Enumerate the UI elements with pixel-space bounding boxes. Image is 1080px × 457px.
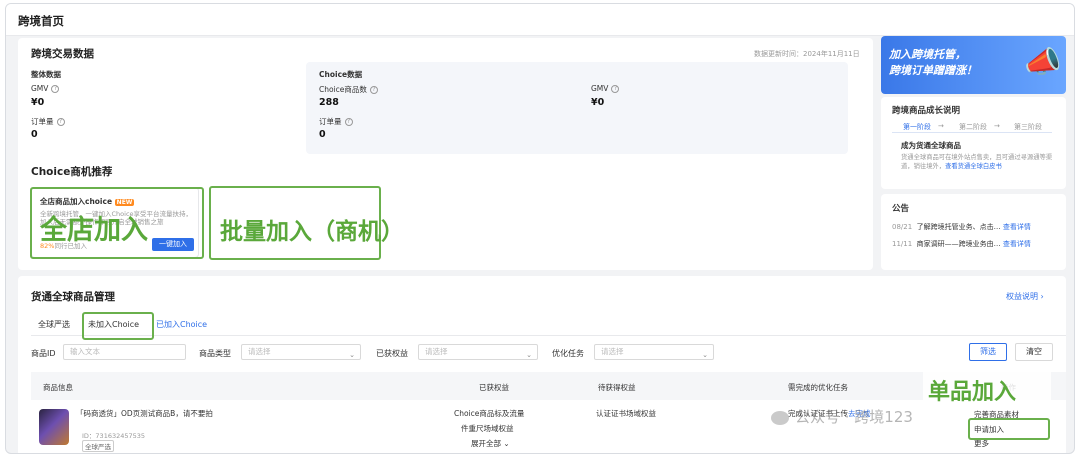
wechat-icon <box>771 410 789 425</box>
product-id: ID：731632457535 <box>82 432 146 440</box>
col-goods-info: 商品信息 <box>43 383 73 392</box>
app-frame: 跨境首页 跨境交易数据 数据更新时间：2024年11月11日 整体数据 GMV?… <box>5 3 1075 454</box>
goods-id-input[interactable]: 输入文本 <box>63 344 186 360</box>
whitepaper-link[interactable]: 查看货通全球白皮书 <box>945 163 1002 170</box>
choice-gmv-value: ¥0 <box>591 97 605 108</box>
filter-button[interactable]: 筛选 <box>969 343 1007 361</box>
overall-title: 整体数据 <box>31 70 61 79</box>
banner-line2: 跨境订单蹭蹭涨！ <box>889 64 977 77</box>
growth-subtitle: 成为货通全球商品 <box>901 141 961 150</box>
col-tasks: 需完成的优化任务 <box>788 383 848 392</box>
annotation-single-text: 单品加入 <box>928 380 1017 405</box>
overall-orders-label: 订单量? <box>31 116 65 127</box>
filter-id-label: 商品ID <box>31 349 56 358</box>
choice-data-panel <box>306 62 848 154</box>
clear-button[interactable]: 清空 <box>1015 343 1053 361</box>
choice-orders-label: 订单量? <box>319 116 353 127</box>
notice-title: 公告 <box>892 204 910 214</box>
choice-gmv-label: GMV? <box>591 84 620 93</box>
arrow-icon: → <box>938 122 944 130</box>
megaphone-icon: 📣 <box>1024 45 1062 80</box>
col-rights: 已获权益 <box>479 383 509 392</box>
recommend-title: Choice商机推荐 <box>31 166 113 178</box>
overall-orders-value: 0 <box>31 129 38 140</box>
rights-item-1: Choice商品标及流量 <box>454 409 525 418</box>
goods-type-select[interactable]: 请选择 ⌄ <box>241 344 361 360</box>
watermark: 公众号 · 跨境123 <box>771 406 913 427</box>
goods-title: 货通全球商品管理 <box>31 291 115 303</box>
tab-global-select[interactable]: 全球严选 <box>38 319 70 330</box>
chevron-down-icon: ⌄ <box>702 351 708 359</box>
choice-orders-value: 0 <box>319 129 326 140</box>
overall-gmv-label: GMV? <box>31 84 60 93</box>
arrow-icon: → <box>994 122 1000 130</box>
promo-banner[interactable]: 加入跨境托管， 跨境订单蹭蹭涨！ 📣 <box>881 36 1066 94</box>
pending-rights: 认证证书场域权益 <box>596 409 656 418</box>
annotation-tab-box <box>82 312 154 340</box>
goods-card <box>18 276 1066 453</box>
product-tag: 全球严选 <box>82 440 114 452</box>
growth-desc: 货通全球商品可在境外站点售卖，且可通过寻源通等渠道，销往境外，查看货通全球白皮书 <box>901 154 1053 170</box>
product-name[interactable]: 「码商透货」OD页测试商品B，请不要拍 <box>76 408 213 419</box>
rights-link[interactable]: 权益说明 › <box>1006 291 1044 302</box>
filter-rights-label: 已获权益 <box>376 349 408 358</box>
growth-step-3[interactable]: 第三阶段 <box>1014 122 1042 132</box>
help-icon[interactable]: ? <box>369 86 378 94</box>
trade-data-title: 跨境交易数据 <box>31 48 94 60</box>
help-icon[interactable]: ? <box>56 118 65 126</box>
task-select[interactable]: 请选择 ⌄ <box>594 344 714 360</box>
product-thumbnail[interactable] <box>39 409 69 445</box>
growth-step-2[interactable]: 第二阶段 <box>959 122 987 132</box>
annotation-store-text: 全店加入 <box>40 215 148 246</box>
chevron-down-icon: ⌄ <box>349 351 355 359</box>
choice-goods-value: 288 <box>319 97 339 108</box>
table-header: 商品信息 已获权益 待获得权益 需完成的优化任务 操作 <box>31 372 1066 400</box>
banner-line1: 加入跨境托管， <box>889 48 966 61</box>
tab-joined[interactable]: 已加入Choice <box>156 319 207 330</box>
choice-title: Choice数据 <box>319 70 363 79</box>
notice-item[interactable]: 11/11 商家调研——跨境业务由… 查看详情 <box>892 239 1031 249</box>
choice-goods-label: Choice商品数? <box>319 84 378 95</box>
tab-underline <box>31 335 1066 336</box>
overall-gmv-value: ¥0 <box>31 97 45 108</box>
page-title: 跨境首页 <box>18 14 64 28</box>
expand-all-link[interactable]: 展开全部 ⌄ <box>471 438 510 449</box>
help-icon[interactable]: ? <box>51 85 60 93</box>
rights-select[interactable]: 请选择 ⌄ <box>418 344 538 360</box>
top-bar: 跨境首页 <box>6 4 1074 36</box>
growth-title: 跨境商品成长说明 <box>892 106 961 116</box>
rights-item-2: 件重尺场域权益 <box>461 424 514 433</box>
annotation-batch-text: 批量加入（商机） <box>220 219 404 245</box>
filter-type-label: 商品类型 <box>199 349 231 358</box>
annotation-single-box <box>968 418 1050 440</box>
update-time: 数据更新时间：2024年11月11日 <box>754 50 860 58</box>
growth-progress <box>892 132 1052 133</box>
help-icon[interactable]: ? <box>344 118 353 126</box>
growth-step-1[interactable]: 第一阶段 <box>903 122 931 132</box>
chevron-down-icon: ⌄ <box>526 351 532 359</box>
notice-item[interactable]: 08/21 了解跨境托管业务、点击… 查看详情 <box>892 222 1031 232</box>
col-pending: 待获得权益 <box>598 383 636 392</box>
help-icon[interactable]: ? <box>611 85 620 93</box>
filter-task-label: 优化任务 <box>552 349 584 358</box>
